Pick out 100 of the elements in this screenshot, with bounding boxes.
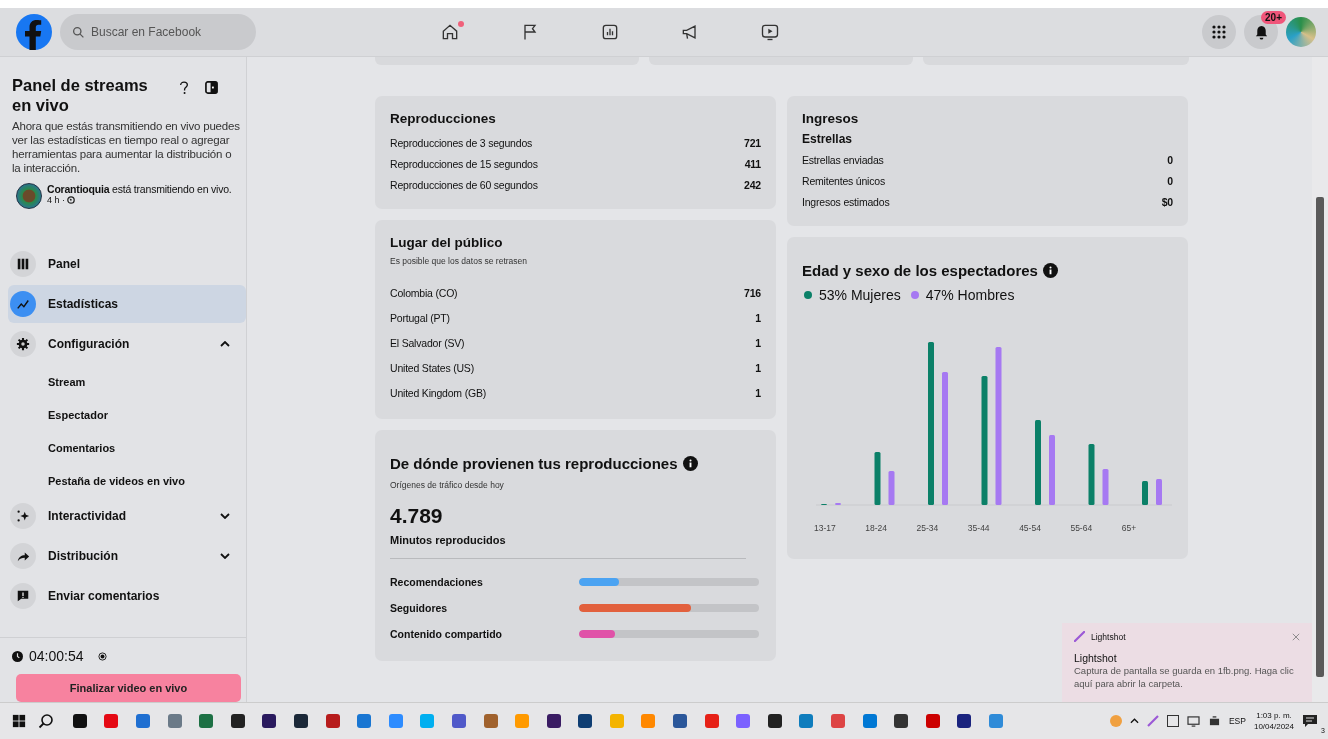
app-icon[interactable] [293,714,308,728]
sidebar-item-icon [10,291,36,317]
windows-start-icon[interactable] [12,714,26,728]
country-value: 1 [755,361,761,374]
sidebar-item[interactable]: Interactividad [8,497,246,535]
sidebar-item-icon [10,331,36,357]
source-label: Recomendaciones [390,576,484,588]
men-bar [1156,479,1162,505]
men-bar [888,471,895,505]
stat-value: 0 [1167,174,1173,187]
tray-app-icon[interactable] [1166,715,1179,727]
sidebar-item[interactable]: Estadísticas [8,285,246,323]
country-label: United States (US) [390,361,474,374]
sidebar-subitem[interactable]: Espectador [0,398,246,431]
sidebar-item[interactable]: Panel [8,245,246,283]
app-icon[interactable] [767,714,782,728]
facebook-logo-icon[interactable] [16,13,52,51]
chart-icon [600,22,620,42]
feather-icon [1074,631,1085,642]
stat-label: Ingresos estimados [802,195,890,208]
panel-toggle-icon[interactable] [205,81,218,94]
card-title: Edad y sexo de los espectadores [802,262,1038,279]
network-icon[interactable] [1186,715,1200,727]
age-group-label: 13-17 [814,523,837,535]
info-icon[interactable] [1042,263,1058,278]
language-indicator[interactable]: ESP [1228,716,1246,726]
page-avatar [16,183,42,209]
age-group-label: 65+ [1121,523,1138,535]
card-note: Orígenes de tráfico desde hoy [390,480,505,490]
stat-label: Reproducciones de 15 segundos [390,157,538,170]
chevron-up-icon[interactable] [1129,718,1139,724]
search-icon [72,26,85,39]
grid-icon [1211,24,1227,40]
stream-timer: 04:00:54 [29,648,84,664]
minutes-total: 4.789 [390,504,444,528]
menu-button[interactable] [1202,15,1236,49]
country-value: 1 [755,311,761,324]
scrollbar[interactable] [1312,57,1328,702]
app-icon[interactable] [578,714,593,728]
battery-icon[interactable] [1207,715,1221,727]
record-icon [97,651,107,661]
stat-label: Estrellas enviadas [802,153,884,166]
toast-title: Lightshot [1074,652,1118,664]
search-icon[interactable] [38,713,54,729]
panel-description: Ahora que estás transmitiendo en vivo puedes ver las estadísticas en tiempo real o agregar herramientas para aumentar la distribución o la interacción. [12,119,240,175]
sidebar-item[interactable]: Configuración [8,325,246,363]
source-label: Contenido compartido [390,628,503,640]
stat-label: Remitentes únicos [802,174,885,187]
stat-value: 242 [744,178,761,191]
search-field[interactable]: Buscar en Facebook [60,14,256,50]
country-value: 1 [755,336,761,349]
country-value: 716 [744,286,761,299]
clock[interactable]: 1:03 p. m. 10/04/2024 [1253,710,1294,732]
panel-title: Panel de streams en vivo [12,75,149,115]
end-live-video-button[interactable]: Finalizar video en vivo [16,674,241,702]
country-label: United Kingdom (GB) [390,386,486,399]
sidebar-item[interactable]: Enviar comentarios [8,577,246,615]
legend-label: 53% Mujeres [819,287,901,303]
home-icon [440,22,460,42]
sidebar-item-icon [10,543,36,569]
stat-label: Reproducciones de 60 segundos [390,178,538,191]
notification-badge: 20+ [1261,11,1286,24]
women-bar [1088,444,1095,505]
stat-value: 721 [744,136,761,149]
card-title: De dónde provienen tus reproducciones [390,455,678,472]
close-icon[interactable] [1292,632,1300,641]
age-group-label: 25-34 [916,523,940,535]
legend-label: 47% Hombres [925,287,1015,303]
info-icon[interactable] [682,456,698,471]
minutes-label: Minutos reproducidos [390,534,507,546]
sidebar-subitem[interactable]: Stream [0,365,246,398]
card-subtitle: Estrellas [802,132,854,146]
country-label: El Salvador (SV) [390,336,465,349]
feather-icon[interactable] [1146,715,1159,727]
toast-message: Captura de pantalla se guarda en 1fb.png. Haga clic aquí para abrir la carpeta. [1074,664,1295,690]
stat-value: $0 [1161,195,1173,208]
message-icon [1302,713,1318,729]
clock-icon [12,650,23,662]
globe-icon [67,196,75,204]
app-icon[interactable] [957,714,972,728]
sidebar-subitem[interactable]: Comentarios [0,431,246,464]
bell-icon [1253,24,1269,40]
age-group-label: 18-24 [865,523,889,535]
stat-value: 411 [744,157,761,170]
men-bar [1049,435,1055,505]
country-label: Portugal (PT) [390,311,450,324]
app-icon[interactable] [72,714,87,728]
country-value: 1 [755,386,761,399]
app-icon[interactable] [894,714,909,728]
women-bar [874,452,881,505]
app-icon[interactable] [230,714,245,728]
app-icon[interactable] [546,714,561,728]
app-icon[interactable] [262,714,277,728]
sidebar-subitem[interactable]: Pestaña de videos en vivo [0,464,246,497]
notification-toast[interactable]: Lightshot Lightshot Captura de pantalla se guarda en 1fb.png. Haga clic aquí para abrir la carpeta. [1062,623,1312,702]
profile-avatar[interactable] [1286,17,1316,47]
women-bar [1142,481,1148,505]
sidebar-item[interactable]: Distribución [8,537,246,575]
toast-app-name: Lightshot [1091,631,1127,642]
help-icon[interactable] [179,81,189,95]
